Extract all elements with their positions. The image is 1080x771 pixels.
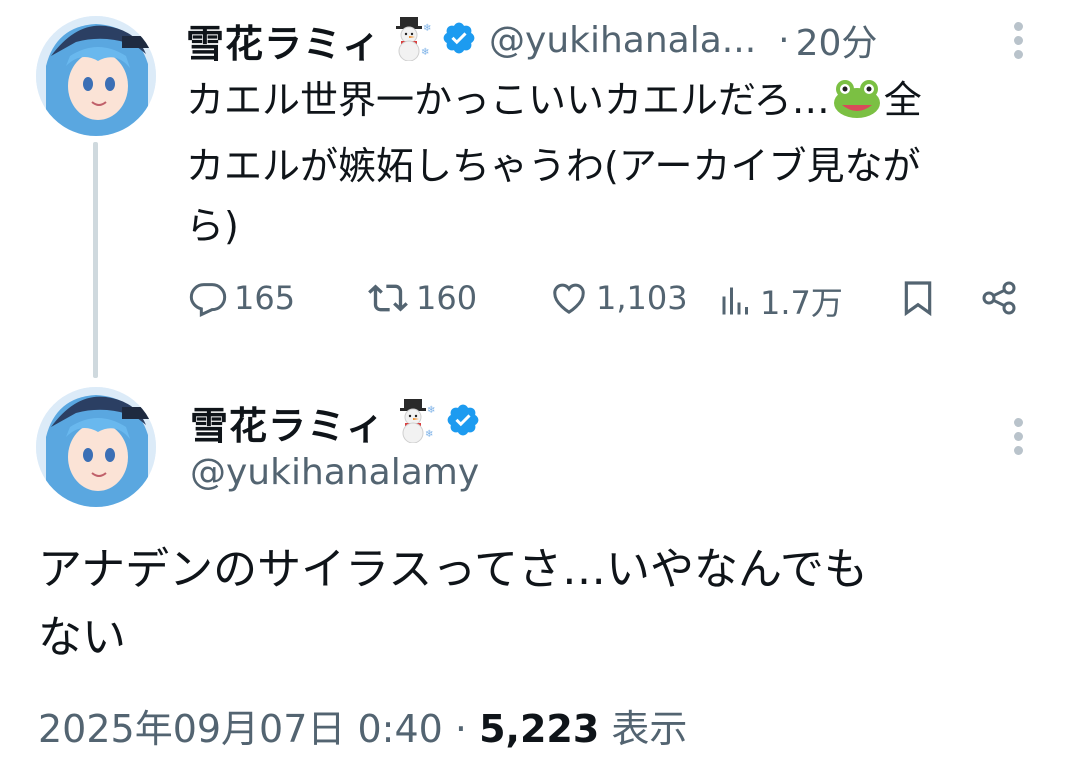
view-count: 1.7万 bbox=[760, 284, 843, 322]
thread-line bbox=[93, 142, 98, 378]
reply-button[interactable]: 165 bbox=[188, 278, 295, 318]
timestamp[interactable]: 2025年09月07日 0:40 bbox=[38, 707, 443, 751]
view-count: 5,223 bbox=[479, 707, 600, 751]
main-header: 雪花ラミィ ❄ ❄ bbox=[190, 392, 481, 452]
handle[interactable]: @yukihanala... bbox=[489, 20, 756, 61]
like-count: 1,103 bbox=[596, 279, 688, 317]
retweet-icon bbox=[368, 284, 408, 312]
text-line: アナデンのサイラスってさ…いやなんでも bbox=[38, 544, 868, 595]
frog-emoji bbox=[832, 78, 882, 134]
snowman-emoji: ❄ ❄ bbox=[391, 397, 437, 447]
separator-dot: · bbox=[454, 707, 468, 751]
display-name[interactable]: 雪花ラミィ bbox=[190, 395, 385, 450]
more-vertical-icon[interactable] bbox=[1014, 418, 1024, 460]
text-line: ない bbox=[38, 612, 126, 663]
reply-tweet-text: カエル世界一かっこいいカエルだろ… 全 カエルが嫉妬しちゃうわ(アーカイブ見なが… bbox=[186, 72, 1026, 254]
main-tweet-text: アナデンのサイラスってさ…いやなんでも ない bbox=[38, 538, 1048, 670]
text-line: 全 bbox=[883, 78, 922, 122]
like-button[interactable]: 1,103 bbox=[548, 278, 688, 318]
avatar[interactable] bbox=[36, 16, 156, 136]
view-label: 表示 bbox=[611, 707, 688, 751]
retweet-count: 160 bbox=[416, 279, 478, 317]
svg-text:❄: ❄ bbox=[427, 405, 435, 416]
bookmark-icon[interactable] bbox=[898, 278, 938, 322]
share-icon[interactable] bbox=[978, 278, 1020, 322]
separator-dot: · bbox=[778, 19, 790, 61]
reply-count: 165 bbox=[234, 279, 296, 317]
avatar[interactable] bbox=[36, 387, 156, 507]
text-line: カエル世界一かっこいいカエルだろ… bbox=[186, 78, 830, 122]
reply-icon bbox=[189, 283, 227, 318]
reply-header: 雪花ラミィ ❄ ❄ @yukihanala... · 20分 bbox=[186, 10, 877, 70]
retweet-button[interactable]: 160 bbox=[366, 278, 477, 318]
display-name[interactable]: 雪花ラミィ bbox=[186, 13, 381, 68]
verified-badge-icon bbox=[441, 20, 477, 60]
text-line: ら) bbox=[186, 204, 239, 248]
tweet-meta: 2025年09月07日 0:40 · 5,223 表示 bbox=[38, 698, 687, 753]
more-vertical-icon[interactable] bbox=[1014, 22, 1024, 64]
handle[interactable]: @yukihanalamy bbox=[190, 452, 479, 493]
svg-text:❄: ❄ bbox=[421, 47, 429, 58]
text-line: カエルが嫉妬しちゃうわ(アーカイブ見なが bbox=[186, 144, 921, 188]
time-ago[interactable]: 20分 bbox=[796, 14, 878, 66]
verified-badge-icon bbox=[445, 402, 481, 442]
views-button[interactable]: 1.7万 bbox=[718, 278, 843, 324]
svg-text:❄: ❄ bbox=[423, 23, 431, 34]
heart-icon bbox=[553, 283, 585, 314]
snowman-emoji: ❄ ❄ bbox=[387, 15, 433, 65]
svg-text:❄: ❄ bbox=[425, 429, 433, 440]
views-icon bbox=[722, 287, 748, 315]
